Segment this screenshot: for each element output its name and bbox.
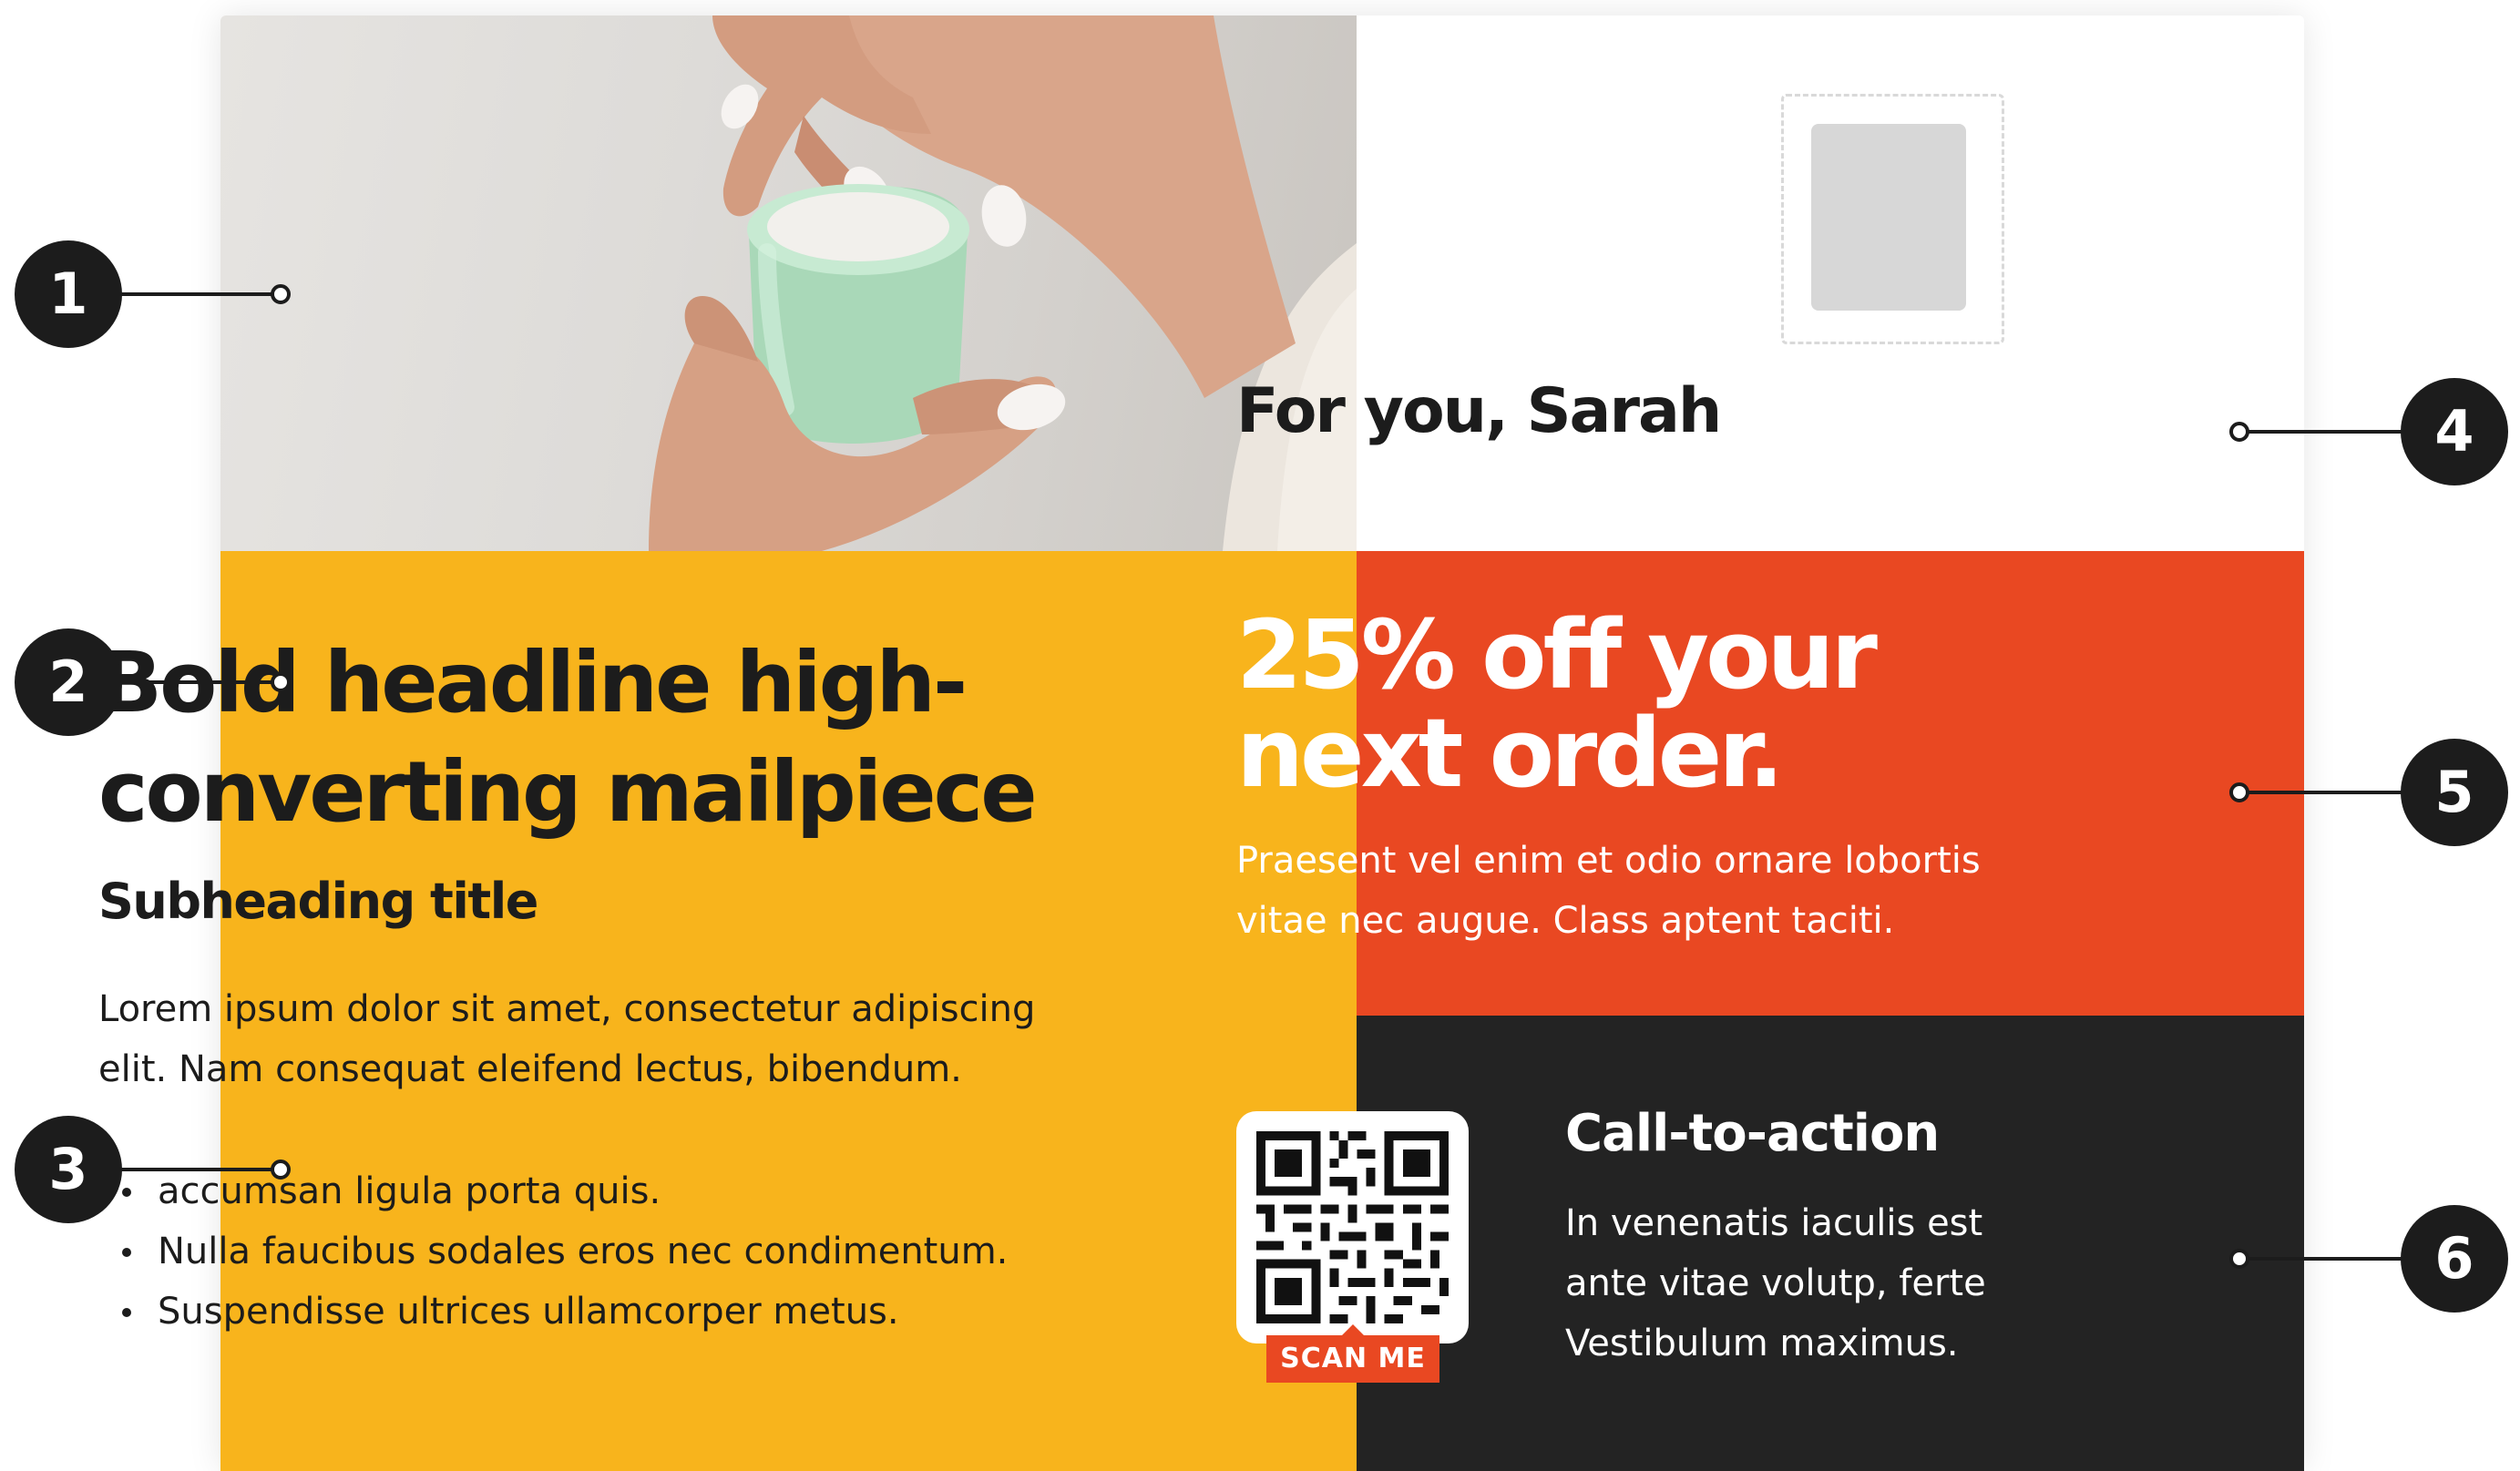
stamp-image-placeholder: [1811, 124, 1966, 311]
hands-with-jar-illustration: [649, 15, 1357, 551]
callout-dot-3: [271, 1159, 291, 1180]
callout-line-5: [2249, 791, 2412, 794]
offer-body-text: Praesent vel enim et odio ornare loborti…: [1236, 840, 1981, 942]
callout-dot-6: [2229, 1249, 2249, 1269]
subheading: Subheading title: [98, 873, 538, 930]
qr-code[interactable]: [1236, 1111, 1469, 1343]
callout-line-4: [2249, 430, 2412, 434]
callout-badge-1: 1: [15, 240, 122, 348]
cta-body-text: In venenatis iaculis est ante vitae volu…: [1565, 1202, 1986, 1364]
callout-line-2: [108, 680, 271, 684]
callout-dot-1: [271, 284, 291, 304]
annotated-mailpiece: For you, Sarah Bold headline high-conver…: [0, 0, 2520, 1471]
callout-line-3: [108, 1168, 271, 1171]
bullet-item: Suspendisse ultrices ullamcorper metus.: [98, 1282, 1101, 1342]
promo-bullet-list: accumsan ligula porta quis. Nulla faucib…: [98, 1161, 1101, 1342]
qr-code-icon: [1256, 1131, 1449, 1323]
callout-badge-6: 6: [2401, 1205, 2508, 1313]
cta-title: Call-to-action: [1565, 1104, 1940, 1163]
callout-dot-2: [271, 672, 291, 692]
callout-dot-5: [2229, 782, 2249, 802]
recipient-greeting: For you, Sarah: [1236, 375, 1722, 447]
callout-badge-2: 2: [15, 628, 122, 736]
main-headline: Bold headline high-converting mailpiece: [98, 634, 1038, 841]
offer-headline: 25% off your next order.: [1236, 599, 1878, 809]
promo-body-text: Lorem ipsum dolor sit amet, consectetur …: [98, 988, 1036, 1090]
postage-stamp-placeholder: [1781, 94, 2004, 344]
product-photo: [220, 15, 1357, 551]
callout-line-1: [108, 292, 271, 296]
callout-line-6: [2249, 1257, 2412, 1261]
callout-dot-4: [2229, 422, 2249, 442]
callout-badge-4: 4: [2401, 378, 2508, 485]
callout-badge-3: 3: [15, 1116, 122, 1223]
scan-me-badge: SCAN ME: [1266, 1324, 1439, 1383]
bullet-item: Nulla faucibus sodales eros nec condimen…: [98, 1221, 1101, 1282]
callout-badge-5: 5: [2401, 739, 2508, 846]
